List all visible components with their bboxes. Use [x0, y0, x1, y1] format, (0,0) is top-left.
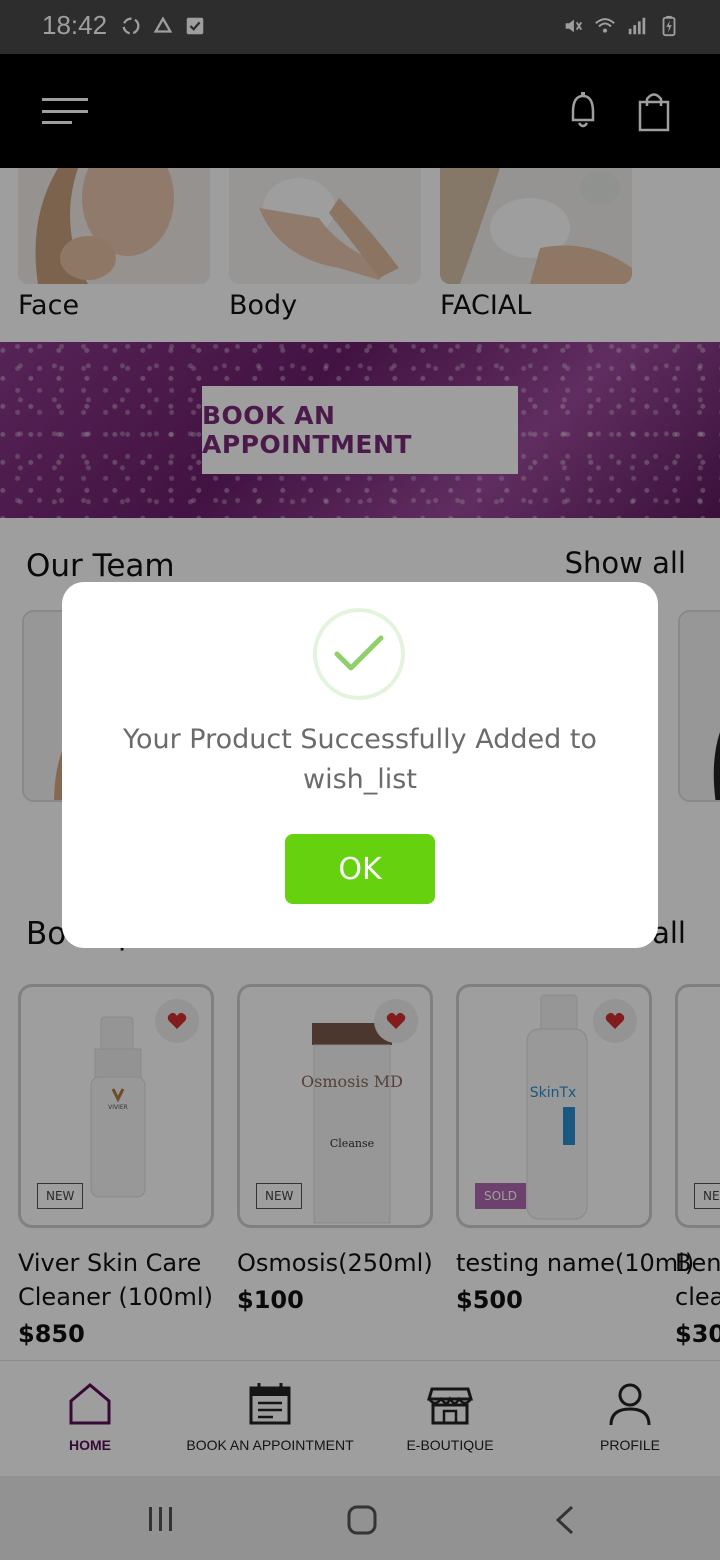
ok-button[interactable]: OK: [285, 834, 435, 904]
success-check-circle: [313, 608, 405, 700]
success-dialog: Your Product Successfully Added to wish_…: [62, 582, 658, 948]
dialog-message: Your Product Successfully Added to wish_…: [123, 724, 597, 795]
checkmark-icon: [334, 635, 384, 671]
